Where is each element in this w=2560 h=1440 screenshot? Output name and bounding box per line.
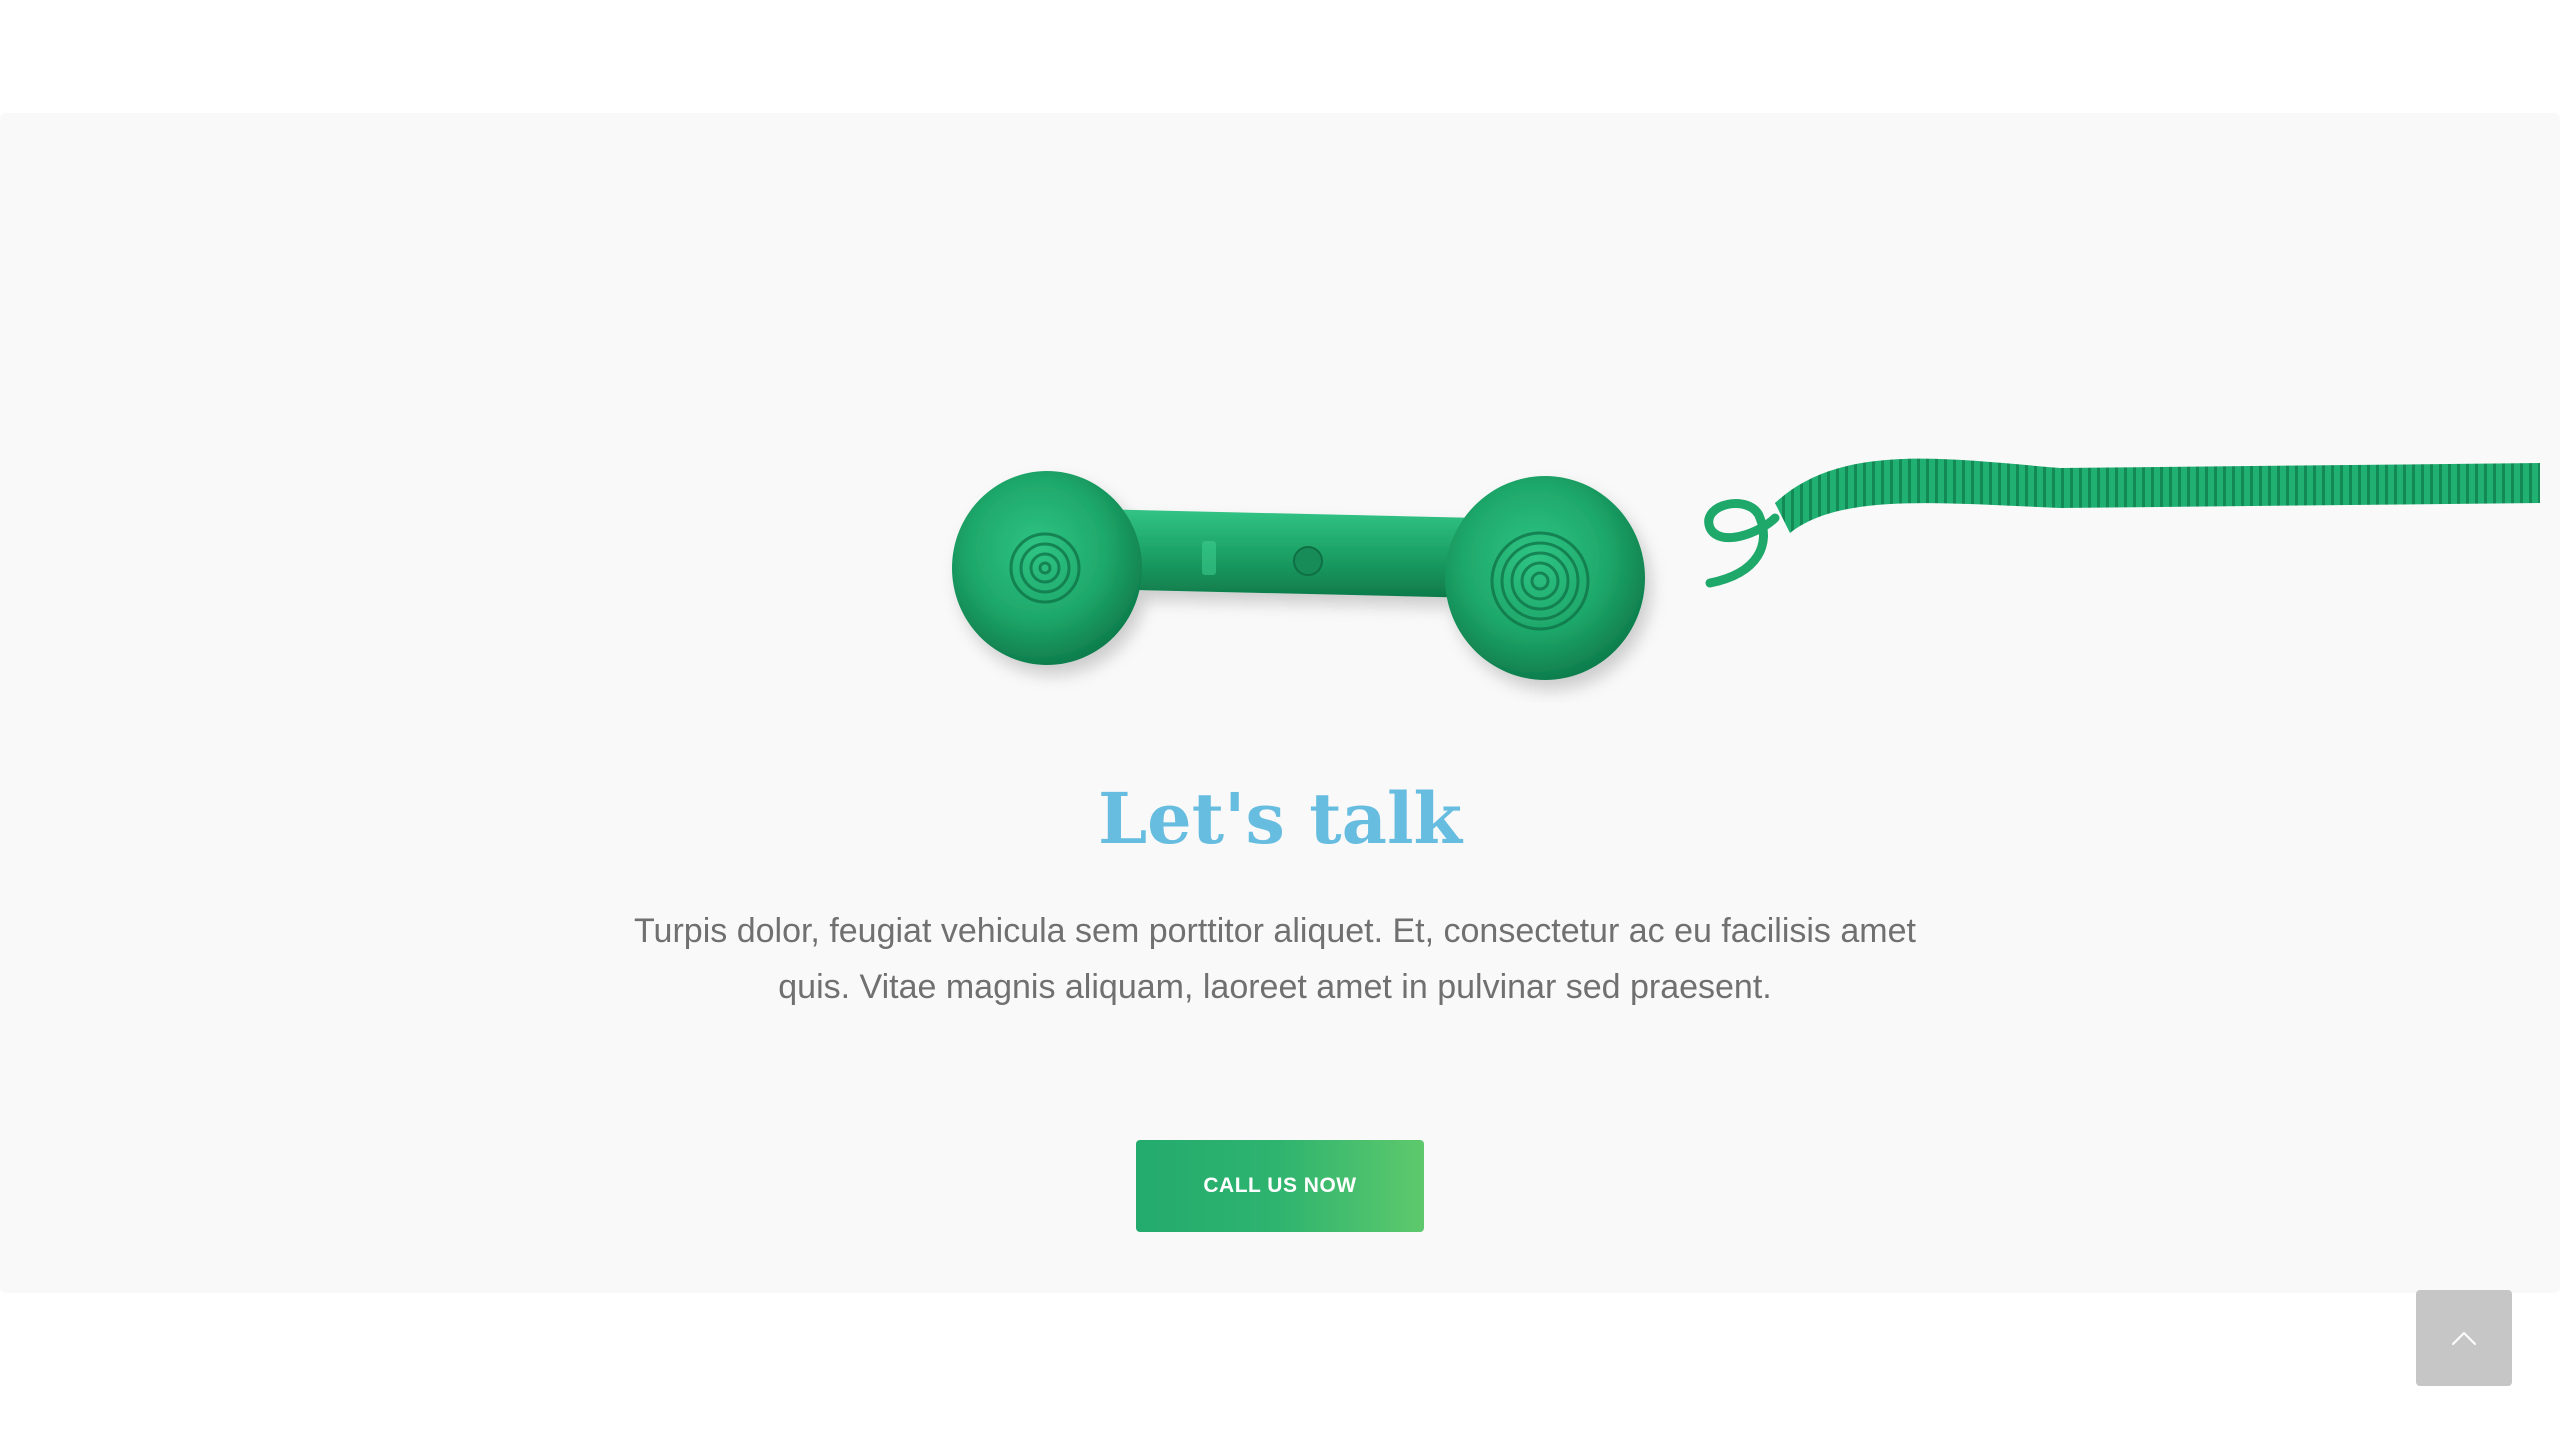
call-us-now-button[interactable]: CALL US NOW: [1136, 1140, 1424, 1232]
back-to-top-button[interactable]: [2416, 1290, 2512, 1386]
section-description: Turpis dolor, feugiat vehicula sem portt…: [634, 912, 1916, 1006]
chevron-up-icon: [2452, 1332, 2476, 1345]
telephone-handset-image: [952, 458, 2540, 680]
call-us-now-button-label: CALL US NOW: [1203, 1174, 1357, 1197]
page: Let's talk Turpis dolor, feugiat vehicul…: [0, 0, 2560, 1440]
section-heading: Let's talk: [1097, 777, 1463, 860]
contact-cta-section: Let's talk Turpis dolor, feugiat vehicul…: [0, 113, 2560, 1293]
